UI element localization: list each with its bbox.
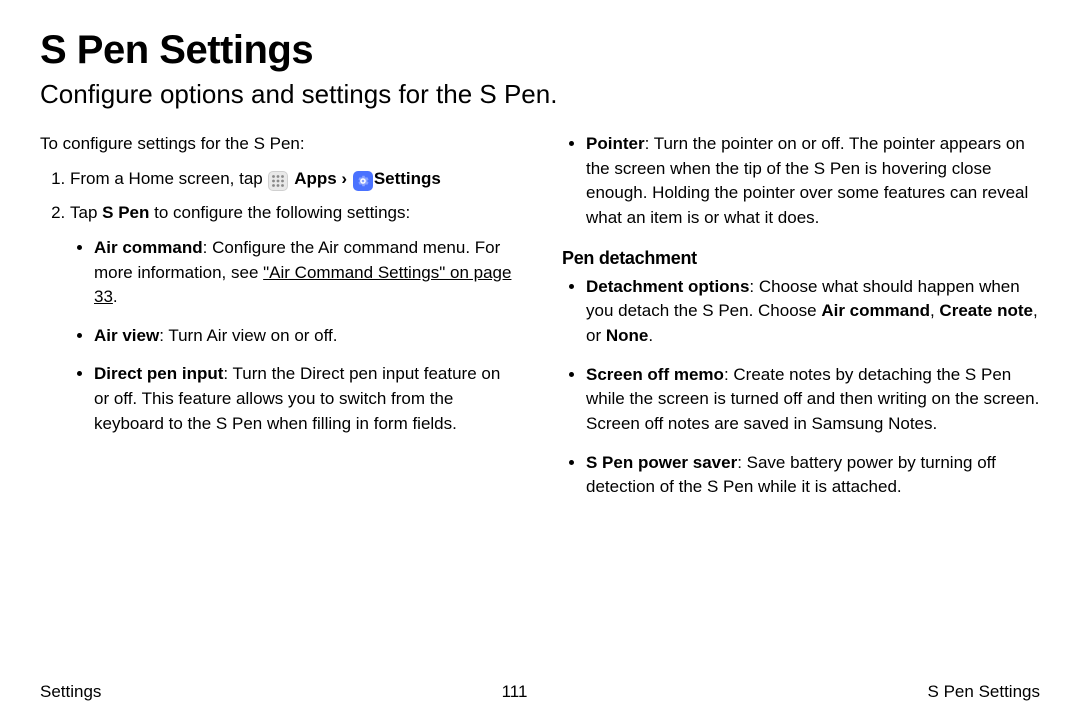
pointer-text: : Turn the pointer on or off. The pointe… <box>586 134 1028 227</box>
settings-bullets-left: Air command: Configure the Air command m… <box>70 236 518 436</box>
bullet-power-saver: S Pen power saver: Save battery power by… <box>586 451 1040 500</box>
detach-opt-aircommand: Air command <box>821 301 930 320</box>
detach-options-label: Detachment options <box>586 277 749 296</box>
bullet-screen-off-memo: Screen off memo: Create notes by detachi… <box>586 363 1040 437</box>
left-column: To configure settings for the S Pen: Fro… <box>40 132 518 514</box>
footer-page-number: 111 <box>502 682 528 702</box>
settings-label: Settings <box>374 169 441 188</box>
air-command-label: Air command <box>94 238 203 257</box>
settings-bullets-detachment: Detachment options: Choose what should h… <box>562 275 1040 500</box>
bullet-detachment-options: Detachment options: Choose what should h… <box>586 275 1040 349</box>
page-subtitle: Configure options and settings for the S… <box>40 79 1040 110</box>
air-view-text: : Turn Air view on or off. <box>159 326 337 345</box>
apps-label: Apps <box>294 169 337 188</box>
bullet-pointer: Pointer: Turn the pointer on or off. The… <box>586 132 1040 231</box>
air-command-end: . <box>113 287 118 306</box>
intro-text: To configure settings for the S Pen: <box>40 132 518 157</box>
page-title: S Pen Settings <box>40 28 1040 73</box>
steps-list: From a Home screen, tap Apps › Settings … <box>40 167 518 437</box>
air-view-label: Air view <box>94 326 159 345</box>
right-column: Pointer: Turn the pointer on or off. The… <box>562 132 1040 514</box>
pen-detachment-heading: Pen detachment <box>562 245 1040 271</box>
detach-opt-none: None <box>606 326 649 345</box>
detach-end: . <box>648 326 653 345</box>
settings-icon <box>353 171 373 191</box>
settings-bullets-right-top: Pointer: Turn the pointer on or off. The… <box>562 132 1040 231</box>
power-saver-label: S Pen power saver <box>586 453 737 472</box>
step2-post: to configure the following settings: <box>149 203 410 222</box>
step-1: From a Home screen, tap Apps › Settings <box>70 167 518 192</box>
step-2: Tap S Pen to configure the following set… <box>70 201 518 436</box>
step2-pre: Tap <box>70 203 102 222</box>
bullet-direct-pen: Direct pen input: Turn the Direct pen in… <box>94 362 518 436</box>
page-footer: Settings 111 S Pen Settings <box>40 682 1040 702</box>
footer-left: Settings <box>40 682 101 702</box>
step2-bold: S Pen <box>102 203 149 222</box>
direct-pen-label: Direct pen input <box>94 364 223 383</box>
apps-icon <box>268 171 288 191</box>
step1-pre: From a Home screen, tap <box>70 169 267 188</box>
bullet-air-command: Air command: Configure the Air command m… <box>94 236 518 310</box>
pointer-label: Pointer <box>586 134 645 153</box>
detach-comma: , <box>930 301 939 320</box>
footer-right: S Pen Settings <box>928 682 1040 702</box>
breadcrumb-separator: › <box>337 169 352 188</box>
screen-off-memo-label: Screen off memo <box>586 365 724 384</box>
content-columns: To configure settings for the S Pen: Fro… <box>40 132 1040 514</box>
detach-opt-createnote: Create note <box>939 301 1033 320</box>
bullet-air-view: Air view: Turn Air view on or off. <box>94 324 518 349</box>
